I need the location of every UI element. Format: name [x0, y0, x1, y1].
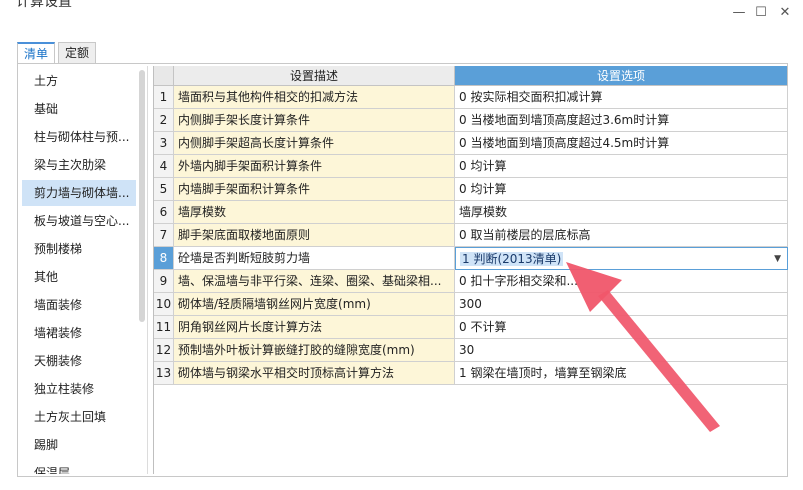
- tab-bill[interactable]: 清单: [17, 42, 55, 64]
- row-number: 1: [154, 86, 174, 109]
- dropdown-selected-value: 1 判断(2013清单): [460, 252, 564, 266]
- row-number: 5: [154, 178, 174, 201]
- table-row[interactable]: 6 墙厚模数 墙厚模数: [154, 201, 788, 224]
- table-row[interactable]: 9 墙、保温墙与非平行梁、连梁、圈梁、基础梁相... 0 扣十字形相交梁和...: [154, 270, 788, 293]
- maximize-icon[interactable]: ☐: [752, 6, 770, 20]
- table-row[interactable]: 3 内侧脚手架超高长度计算条件 0 当楼地面到墙顶高度超过4.5m时计算: [154, 132, 788, 155]
- row-option[interactable]: 30: [455, 339, 788, 362]
- sidebar-item-shear-wall[interactable]: 剪力墙与砌体墙...: [22, 180, 136, 206]
- sidebar-item-skirting[interactable]: 踢脚: [22, 432, 136, 458]
- row-number: 3: [154, 132, 174, 155]
- sidebar-item-foundation[interactable]: 基础: [22, 96, 136, 122]
- category-sidebar: 土方 基础 柱与砌体柱与预... 梁与主次肋梁 剪力墙与砌体墙... 板与坡道与…: [20, 66, 148, 474]
- row-number: 4: [154, 155, 174, 178]
- sidebar-item-wall-finish[interactable]: 墙面装修: [22, 292, 136, 318]
- tab-quota[interactable]: 定额: [58, 42, 96, 64]
- sidebar-item-ceiling-finish[interactable]: 天棚装修: [22, 348, 136, 374]
- row-number: 11: [154, 316, 174, 339]
- row-description: 脚手架底面取楼地面原则: [174, 224, 455, 247]
- row-number: 9: [154, 270, 174, 293]
- row-number: 6: [154, 201, 174, 224]
- header-row-number: [154, 66, 174, 86]
- sidebar-scrollbar[interactable]: [139, 70, 145, 322]
- row-option[interactable]: 0 均计算: [455, 155, 788, 178]
- option-dropdown[interactable]: 1 判断(2013清单) ▼: [455, 247, 788, 270]
- row-option[interactable]: 0 当楼地面到墙顶高度超过4.5m时计算: [455, 132, 788, 155]
- minimize-icon[interactable]: —: [730, 6, 748, 20]
- sidebar-item-dado-finish[interactable]: 墙裙装修: [22, 320, 136, 346]
- title-bar: 计算设置 — ☐ ✕: [0, 0, 803, 34]
- row-description: 阴角钢丝网片长度计算方法: [174, 316, 455, 339]
- row-number: 13: [154, 362, 174, 385]
- row-option[interactable]: 0 不计算: [455, 316, 788, 339]
- calculation-settings-window: 计算设置 — ☐ ✕ 清单 定额 土方 基础 柱与砌体柱与预... 梁与主次肋梁…: [0, 0, 803, 490]
- row-description: 预制墙外叶板计算嵌缝打胶的缝隙宽度(mm): [174, 339, 455, 362]
- chevron-down-icon[interactable]: ▼: [774, 248, 781, 269]
- row-description: 内侧脚手架长度计算条件: [174, 109, 455, 132]
- row-option[interactable]: 0 扣十字形相交梁和...: [455, 270, 788, 293]
- table-row[interactable]: 4 外墙内脚手架面积计算条件 0 均计算: [154, 155, 788, 178]
- table-row[interactable]: 10 砌体墙/轻质隔墙钢丝网片宽度(mm) 300: [154, 293, 788, 316]
- row-number: 7: [154, 224, 174, 247]
- settings-grid: 设置描述 设置选项 1 墙面积与其他构件相交的扣减方法 0 按实际相交面积扣减计…: [153, 66, 788, 474]
- sidebar-item-precast-stair[interactable]: 预制楼梯: [22, 236, 136, 262]
- sidebar-item-earthwork[interactable]: 土方: [22, 68, 136, 94]
- row-number: 8: [154, 247, 174, 270]
- row-description: 墙、保温墙与非平行梁、连梁、圈梁、基础梁相...: [174, 270, 455, 293]
- row-option[interactable]: 0 按实际相交面积扣减计算: [455, 86, 788, 109]
- table-row[interactable]: 11 阴角钢丝网片长度计算方法 0 不计算: [154, 316, 788, 339]
- sidebar-item-column-finish[interactable]: 独立柱装修: [22, 376, 136, 402]
- sidebar-item-slab[interactable]: 板与坡道与空心...: [22, 208, 136, 234]
- row-description: 内墙脚手架面积计算条件: [174, 178, 455, 201]
- row-option[interactable]: 墙厚模数: [455, 201, 788, 224]
- table-row[interactable]: 1 墙面积与其他构件相交的扣减方法 0 按实际相交面积扣减计算: [154, 86, 788, 109]
- row-option[interactable]: 0 当楼地面到墙顶高度超过3.6m时计算: [455, 109, 788, 132]
- sidebar-item-insulation[interactable]: 保温层: [22, 460, 136, 474]
- row-option[interactable]: 0 均计算: [455, 178, 788, 201]
- row-option[interactable]: 300: [455, 293, 788, 316]
- row-option[interactable]: 1 钢梁在墙顶时，墙算至钢梁底: [455, 362, 788, 385]
- row-description: 砌体墙与钢梁水平相交时顶标高计算方法: [174, 362, 455, 385]
- settings-panel: 土方 基础 柱与砌体柱与预... 梁与主次肋梁 剪力墙与砌体墙... 板与坡道与…: [17, 63, 788, 477]
- row-description: 内侧脚手架超高长度计算条件: [174, 132, 455, 155]
- sidebar-item-other[interactable]: 其他: [22, 264, 136, 290]
- table-row-selected[interactable]: 8 砼墙是否判断短肢剪力墙 1 判断(2013清单) ▼: [154, 247, 788, 270]
- table-row[interactable]: 5 内墙脚手架面积计算条件 0 均计算: [154, 178, 788, 201]
- row-number: 2: [154, 109, 174, 132]
- row-description: 墙面积与其他构件相交的扣减方法: [174, 86, 455, 109]
- row-description: 墙厚模数: [174, 201, 455, 224]
- table-row[interactable]: 2 内侧脚手架长度计算条件 0 当楼地面到墙顶高度超过3.6m时计算: [154, 109, 788, 132]
- table-row[interactable]: 7 脚手架底面取楼地面原则 0 取当前楼层的层底标高: [154, 224, 788, 247]
- window-title: 计算设置: [16, 0, 72, 10]
- table-row[interactable]: 13 砌体墙与钢梁水平相交时顶标高计算方法 1 钢梁在墙顶时，墙算至钢梁底: [154, 362, 788, 385]
- sidebar-item-beam[interactable]: 梁与主次肋梁: [22, 152, 136, 178]
- row-description: 砌体墙/轻质隔墙钢丝网片宽度(mm): [174, 293, 455, 316]
- row-description: 外墙内脚手架面积计算条件: [174, 155, 455, 178]
- row-description: 砼墙是否判断短肢剪力墙: [174, 247, 455, 270]
- sidebar-item-backfill[interactable]: 土方灰土回填: [22, 404, 136, 430]
- header-description: 设置描述: [174, 66, 455, 86]
- sidebar-item-column[interactable]: 柱与砌体柱与预...: [22, 124, 136, 150]
- row-number: 12: [154, 339, 174, 362]
- row-number: 10: [154, 293, 174, 316]
- header-option: 设置选项: [455, 66, 788, 86]
- close-icon[interactable]: ✕: [776, 6, 794, 20]
- table-row[interactable]: 12 预制墙外叶板计算嵌缝打胶的缝隙宽度(mm) 30: [154, 339, 788, 362]
- row-option[interactable]: 0 取当前楼层的层底标高: [455, 224, 788, 247]
